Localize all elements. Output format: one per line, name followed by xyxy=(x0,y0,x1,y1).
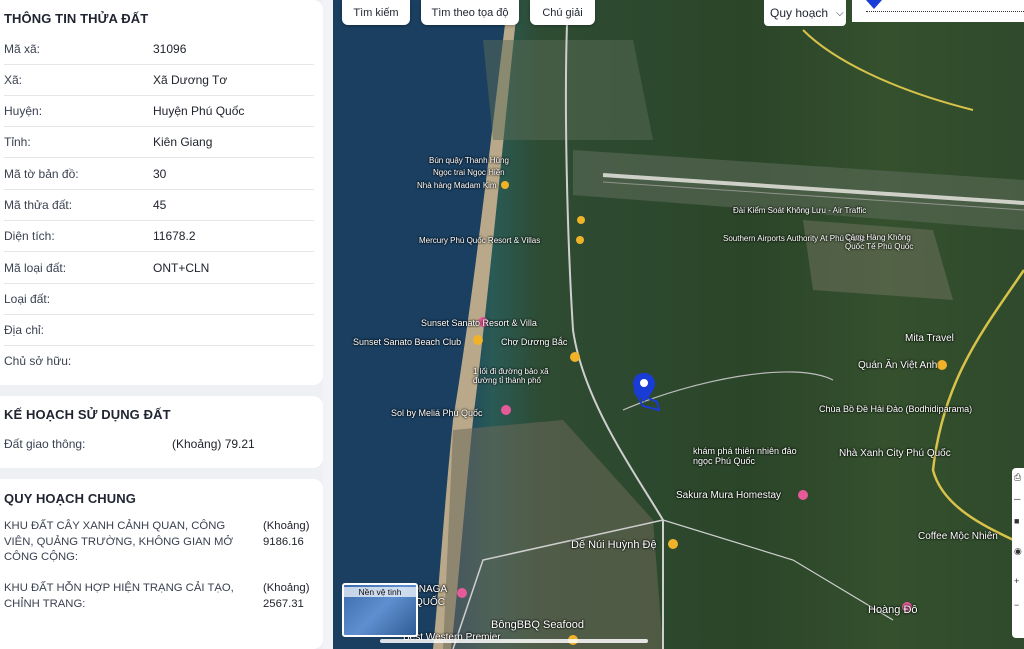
map-label: Ngọc trai Ngọc Hiền xyxy=(433,168,505,177)
map-label: 1 lối đi đường bảo xã đường tỉ thành phố xyxy=(473,367,549,385)
land-use-label: Đất giao thông: xyxy=(4,437,86,451)
info-label: Xã: xyxy=(4,73,23,87)
land-use-plan-title: KẾ HOẠCH SỬ DỤNG ĐẤT xyxy=(4,407,171,422)
info-value: Xã Dương Tơ xyxy=(153,73,228,87)
map-label: Nhà Xanh City Phú Quốc xyxy=(839,448,951,459)
map-label: Quán Ăn Việt Anh xyxy=(858,360,938,371)
slider-track xyxy=(866,11,1024,12)
info-label: Huyện: xyxy=(4,104,43,118)
map-label: Chợ Dương Bắc xyxy=(501,337,568,347)
map-label: Sunset Sanato Resort & Villa xyxy=(421,318,537,328)
info-value: 30 xyxy=(153,167,167,181)
map-label: Dế Núi Huỳnh Đệ xyxy=(571,539,657,551)
info-row: Loại đất: xyxy=(4,283,314,315)
info-row: Mã loại đất: ONT+CLN xyxy=(4,252,314,284)
info-row: Mã thửa đất: 45 xyxy=(4,189,314,221)
basemap-switcher[interactable]: Nền vệ tinh xyxy=(342,583,418,637)
general-plan-title: QUY HOẠCH CHUNG xyxy=(4,491,136,506)
land-use-row: Đất giao thông: (Khoảng) 79.21 xyxy=(4,437,314,451)
zone-text: KHU ĐẤT CÂY XANH CẢNH QUAN, CÔNG VIÊN, Q… xyxy=(4,520,234,563)
land-use-plan-card: KẾ HOẠCH SỬ DỤNG ĐẤT Đất giao thông: (Kh… xyxy=(0,396,323,468)
map-label: Coffee Mộc Nhiên xyxy=(918,531,998,542)
map-label: Bún quậy Thanh Hùng xyxy=(429,156,509,165)
map-label: BôngBBQ Seafood xyxy=(491,619,584,631)
map-label: Cảng Hàng Không Quốc Tế Phú Quốc xyxy=(845,233,914,251)
zoom-out-icon[interactable]: − xyxy=(1014,600,1023,610)
info-value: 11678.2 xyxy=(153,229,196,243)
layer-select[interactable]: Quy hoạch ⌵ xyxy=(764,0,846,26)
zoom-in-icon[interactable]: + xyxy=(1014,576,1023,586)
info-label: Loại đất: xyxy=(4,292,51,306)
legend-button[interactable]: Chú giải xyxy=(530,0,595,25)
map-label: Mita Travel xyxy=(905,333,954,344)
layer-select-value: Quy hoạch xyxy=(770,6,829,20)
locate-icon[interactable]: ◉ xyxy=(1014,546,1023,557)
info-row: Chủ sở hữu: xyxy=(4,345,314,376)
info-label: Mã xã: xyxy=(4,42,41,56)
info-label: Chủ sở hữu: xyxy=(4,354,72,368)
map-label: Đài Kiểm Soát Không Lưu - Air Traffic xyxy=(733,206,867,215)
map-label: Sakura Mura Homestay xyxy=(676,490,782,501)
info-row: Huyện: Huyện Phú Quốc xyxy=(4,95,314,127)
map-label: Sunset Sanato Beach Club xyxy=(353,337,462,347)
slider-handle[interactable] xyxy=(866,0,882,9)
search-by-coords-button[interactable]: Tìm theo tọa độ xyxy=(421,0,519,25)
general-plan-card: QUY HOẠCH CHUNG KHU ĐẤT CÂY XANH CẢNH QU… xyxy=(0,479,323,649)
basemap-label: Nền vệ tinh xyxy=(344,587,416,597)
parcel-info-title: THÔNG TIN THỬA ĐẤT xyxy=(4,11,149,26)
info-value: 45 xyxy=(153,198,167,212)
info-row: Mã xã: 31096 xyxy=(4,33,314,65)
info-row: Diện tích: 11678.2 xyxy=(4,220,314,252)
map-label: Mercury Phú Quốc Resort & Villas xyxy=(419,236,541,245)
map-label: Hoàng Đô xyxy=(868,604,918,616)
map-label: QUỐC xyxy=(415,597,445,608)
info-value: 31096 xyxy=(153,42,187,56)
info-row: Địa chỉ: xyxy=(4,314,314,346)
info-label: Mã thửa đất: xyxy=(4,198,73,212)
parcel-info-card: THÔNG TIN THỬA ĐẤT Mã xã: 31096 Xã: Xã Dươ… xyxy=(0,0,323,385)
map-tools: ⎙ ─ ■ ◉ + − xyxy=(1012,468,1024,638)
map-label: Sol by Meliá Phú Quốc xyxy=(391,408,483,418)
info-label: Mã tờ bản đồ: xyxy=(4,167,79,181)
zone-row: KHU ĐẤT CÂY XANH CẢNH QUAN, CÔNG VIÊN, Q… xyxy=(4,519,319,569)
horizontal-scrollbar[interactable] xyxy=(380,639,648,643)
trash-icon[interactable]: ■ xyxy=(1014,516,1023,526)
zone-row: KHU ĐẤT HỖN HỢP HIỆN TRẠNG CẢI TẠO, CHỈN… xyxy=(4,581,319,621)
info-label: Tỉnh: xyxy=(4,135,31,149)
zone-area: (Khoảng) 9186.16 xyxy=(263,520,310,548)
info-row: Xã: Xã Dương Tơ xyxy=(4,64,314,96)
info-label: Địa chỉ: xyxy=(4,323,45,337)
map-label: khám phá thiên nhiên đảo ngọc Phú Quốc xyxy=(693,446,797,466)
ruler-icon[interactable]: ─ xyxy=(1014,494,1023,504)
map-label: Southern Airports Authority At Phú Quốc xyxy=(723,234,866,243)
info-value: Huyện Phú Quốc xyxy=(153,104,245,118)
opacity-slider[interactable] xyxy=(852,0,1024,22)
satellite-map[interactable]: Sunset Sanato Resort & Villa Sunset Sana… xyxy=(333,0,1024,649)
search-button[interactable]: Tìm kiếm xyxy=(342,0,410,25)
map-label: Chùa Bồ Đề Hải Đảo (Bodhidiparama) xyxy=(819,404,973,414)
chevron-down-icon: ⌵ xyxy=(836,7,844,19)
info-value: ONT+CLN xyxy=(153,261,210,275)
info-label: Mã loại đất: xyxy=(4,261,67,275)
info-label: Diện tích: xyxy=(4,229,55,243)
info-value: Kiên Giang xyxy=(153,135,213,149)
info-row: Mã tờ bản đồ: 30 xyxy=(4,158,314,190)
info-panel: THÔNG TIN THỬA ĐẤT Mã xã: 31096 Xã: Xã Dươ… xyxy=(0,0,323,649)
land-use-value: (Khoảng) 79.21 xyxy=(172,437,255,451)
print-icon[interactable]: ⎙ xyxy=(1014,472,1023,483)
info-row: Tỉnh: Kiên Giang xyxy=(4,126,314,158)
zone-text: KHU ĐẤT HỖN HỢP HIỆN TRẠNG CẢI TẠO, CHỈN… xyxy=(4,582,234,610)
map-label: Nhà hàng Madam Kim xyxy=(417,181,497,190)
zone-area: (Khoảng) 2567.31 xyxy=(263,582,310,610)
